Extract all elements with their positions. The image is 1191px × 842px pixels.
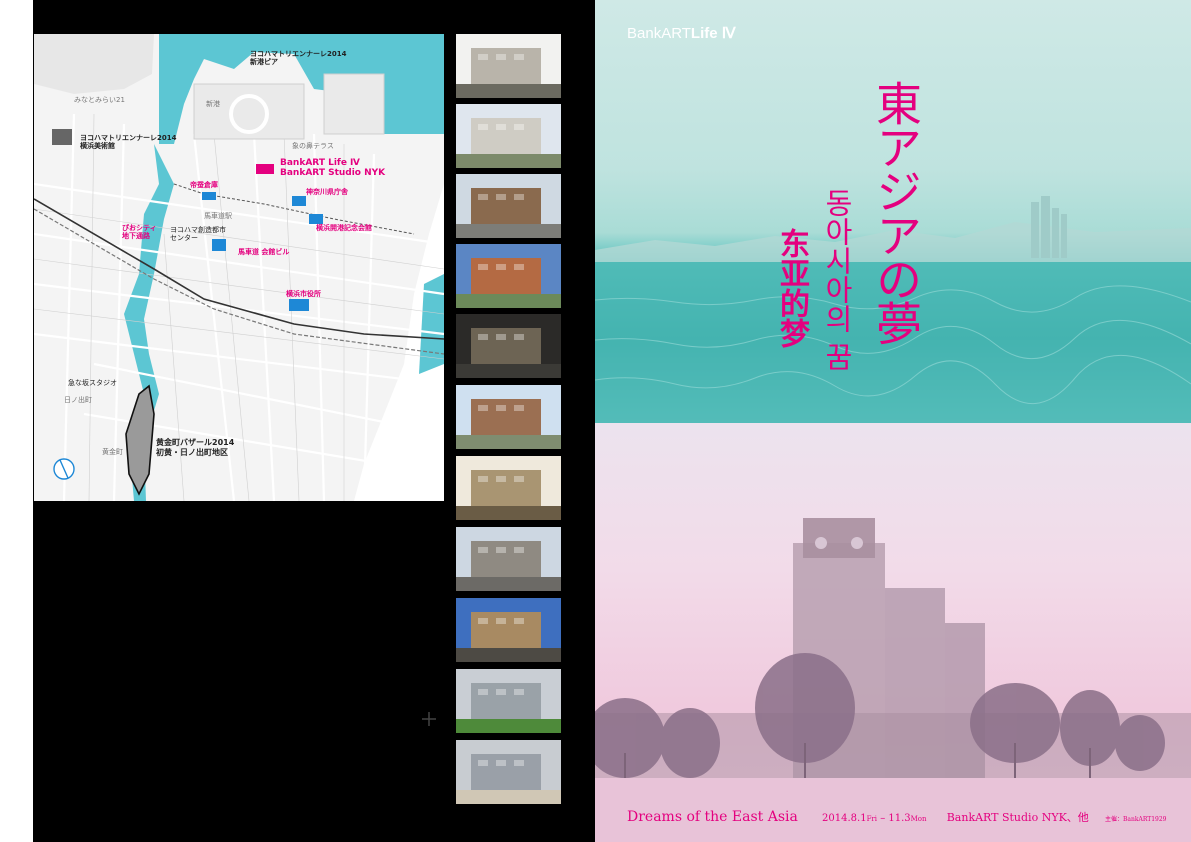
thumb-white-apartment [456, 104, 561, 168]
footer-day-end: Mon [910, 815, 927, 823]
poster-footer: Dreams of the East Asia 2014.8.1Fri – 11… [627, 806, 1167, 825]
crop-mark-icon [420, 710, 438, 728]
map-label-koganecho: 黄金町バザール2014 初黄・日ノ出町地区 [156, 438, 235, 457]
map-label-bankart-nyk: BankART Studio NYK [280, 168, 386, 178]
map-label-basha: 馬車道 会館ビル [238, 248, 290, 256]
footer-venue: BankART Studio NYK、他 [946, 811, 1089, 824]
title-chinese: 东亚的梦 [774, 228, 809, 348]
footer-date-start: 2014.8.1 [822, 813, 867, 824]
thumb-prefectural-office [456, 385, 561, 449]
thumb-brick-building [456, 174, 561, 238]
map-label-minato-mirai: みなとみらい21 [74, 96, 125, 104]
thumb-clock-tower [456, 244, 561, 308]
brand-life: Life Ⅳ [690, 25, 736, 42]
clock-tower-scene [595, 518, 1191, 842]
map-label-shinko: 新港 [206, 100, 220, 108]
map-label-kanagawa-pref: 神奈川県庁舎 [306, 188, 348, 196]
title-japanese: 東アジアの夢 [869, 80, 923, 344]
poster: BankARTLife Ⅳ 東アジアの夢 동아시아의 꿈 东亚的梦 Dreams… [595, 0, 1191, 842]
thumb-warehouse-riverside [456, 34, 561, 98]
map-label-city-hall: 横浜市役所 [286, 290, 321, 298]
map-graphic [34, 34, 444, 501]
map-label-kaikou: 横浜開港記念会館 [316, 224, 372, 232]
brand-text: BankART [627, 25, 691, 42]
footer-day-start: Fri [866, 815, 878, 823]
map-label-hinodecho: 日ノ出町 [64, 396, 92, 404]
brand-logo: BankARTLife Ⅳ [627, 24, 736, 42]
map-label-bankart-life: BankART Life Ⅳ [280, 158, 360, 168]
footer-dash: – [877, 813, 889, 824]
area-map: ヨコハマトリエンナーレ2014 新港ピア みなとみらい21 ヨコハマトリエンナー… [34, 34, 444, 501]
footer-organizer: 主催：BankART1929 [1105, 816, 1167, 823]
thumb-underground-passage [456, 740, 561, 804]
building-photo [595, 423, 1191, 842]
map-label-teisan: 帝蚕倉庫 [190, 181, 218, 189]
map-label-triennale-pier: ヨコハマトリエンナーレ2014 新港ピア [250, 50, 347, 66]
thumb-old-commercial [456, 527, 561, 591]
map-label-bashamichi-st: 馬車道駅 [204, 212, 232, 220]
footer-date-end: 11.3 [888, 813, 911, 824]
map-label-zou-terrace: 象の鼻テラス [292, 142, 334, 150]
map-label-triennale-museum: ヨコハマトリエンナーレ2014 横浜美術館 [80, 134, 177, 150]
footer-title-en: Dreams of the East Asia [627, 809, 798, 825]
title-korean: 동아시아의 꿈 [820, 188, 854, 372]
thumb-concrete-frame [456, 598, 561, 662]
thumb-church-interior [456, 456, 561, 520]
map-label-koganecho-st: 黄金町 [102, 448, 123, 456]
map-label-kyu-studio: 急な坂スタジオ [68, 379, 117, 387]
map-label-pioshiti: ぴおシティ 地下通路 [122, 224, 157, 240]
map-label-yokohama-center: ヨコハマ創造都市 センター [170, 226, 226, 242]
thumb-foggy-field [456, 669, 561, 733]
thumb-arched-interior [456, 314, 561, 378]
